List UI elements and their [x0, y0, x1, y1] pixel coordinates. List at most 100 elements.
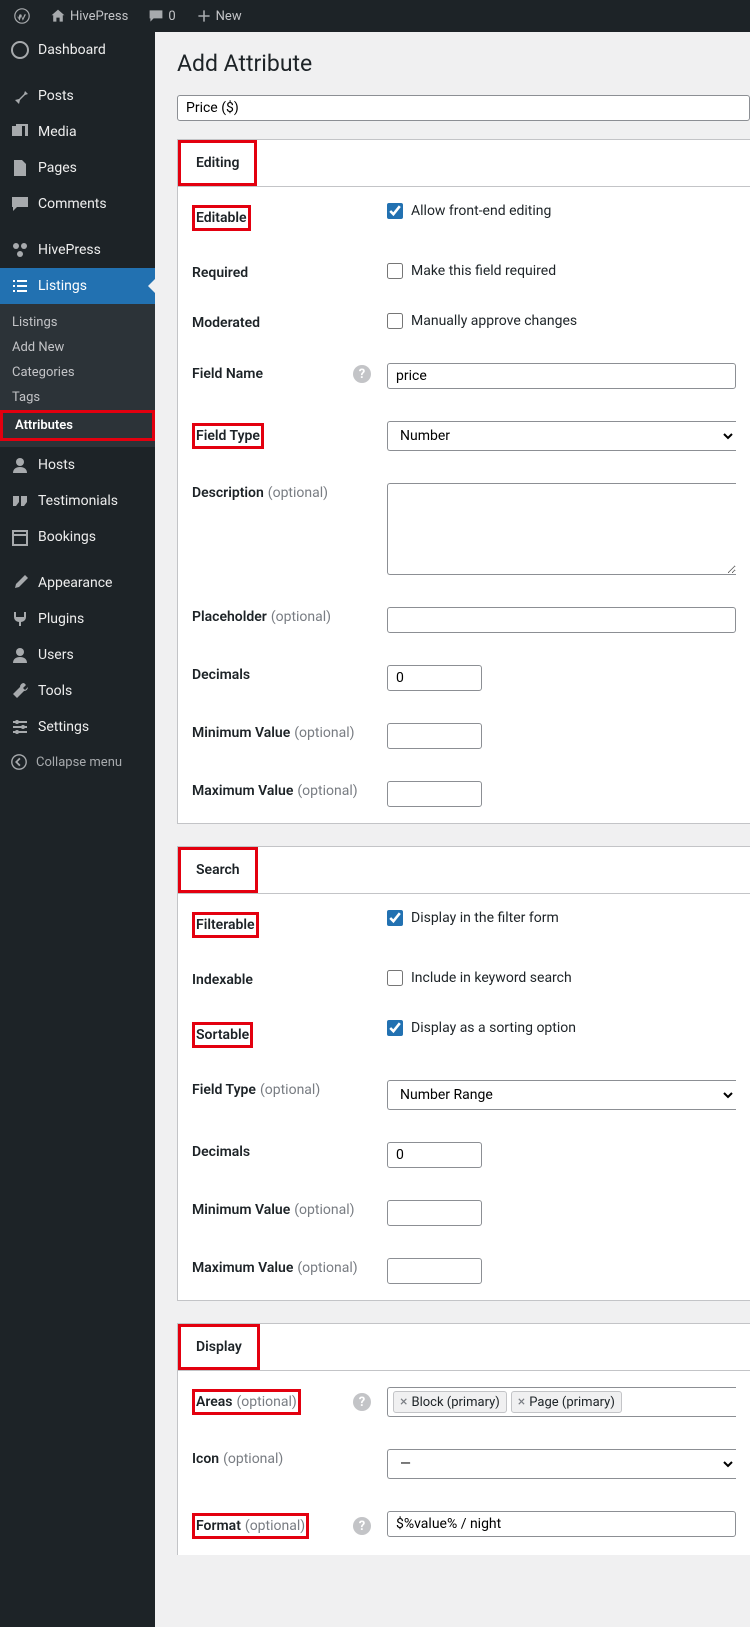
attribute-title-input[interactable]: [177, 95, 750, 121]
area-tag[interactable]: × Page (primary): [511, 1391, 622, 1413]
submenu-categories[interactable]: Categories: [0, 360, 155, 385]
filterable-checkbox[interactable]: [387, 910, 403, 926]
optional-label: (optional): [237, 1394, 297, 1410]
search-decimals-label: Decimals: [192, 1142, 387, 1160]
menu-label: Posts: [38, 88, 74, 104]
wp-logo[interactable]: [8, 8, 36, 24]
required-checkbox[interactable]: [387, 263, 403, 279]
optional-label: (optional): [294, 725, 354, 741]
comment-count: 0: [168, 9, 175, 24]
site-home-link[interactable]: HivePress: [44, 8, 134, 24]
menu-tools[interactable]: Tools: [0, 673, 155, 709]
panel-title-editing: Editing: [182, 145, 253, 181]
comments-link[interactable]: 0: [142, 8, 181, 24]
collapse-icon: [10, 753, 28, 771]
search-min-input[interactable]: [387, 1200, 482, 1226]
menu-appearance[interactable]: Appearance: [0, 565, 155, 601]
menu-users[interactable]: Users: [0, 637, 155, 673]
sliders-icon: [10, 717, 30, 737]
panel-title-display: Display: [182, 1329, 256, 1365]
moderated-chk-label: Manually approve changes: [411, 313, 577, 329]
media-icon: [10, 122, 30, 142]
menu-label: Appearance: [38, 575, 112, 591]
area-tag[interactable]: × Block (primary): [393, 1391, 507, 1413]
new-content-link[interactable]: New: [190, 8, 248, 24]
fieldtype-select[interactable]: Number: [387, 421, 736, 451]
search-fieldtype-select[interactable]: Number Range: [387, 1080, 736, 1110]
search-max-input[interactable]: [387, 1258, 482, 1284]
calendar-icon: [10, 527, 30, 547]
remove-tag-icon[interactable]: ×: [400, 1394, 407, 1410]
menu-bookings[interactable]: Bookings: [0, 519, 155, 555]
description-input[interactable]: [387, 483, 736, 575]
sortable-checkbox[interactable]: [387, 1020, 403, 1036]
format-input[interactable]: [387, 1511, 736, 1537]
menu-plugins[interactable]: Plugins: [0, 601, 155, 637]
wordpress-icon: [14, 8, 30, 24]
fieldname-input[interactable]: [387, 363, 736, 389]
menu-label: Users: [38, 647, 74, 663]
plus-icon: [196, 8, 212, 24]
tag-label: Block (primary): [411, 1395, 499, 1410]
plug-icon: [10, 609, 30, 629]
icon-label: Icon: [192, 1451, 219, 1467]
moderated-label: Moderated: [192, 313, 387, 331]
decimals-input[interactable]: [387, 665, 482, 691]
menu-listings[interactable]: Listings: [0, 268, 155, 304]
optional-label: (optional): [294, 1202, 354, 1218]
page-title: Add Attribute: [177, 50, 750, 77]
indexable-checkbox[interactable]: [387, 970, 403, 986]
placeholder-input[interactable]: [387, 607, 736, 633]
description-label: Description: [192, 485, 264, 501]
menu-media[interactable]: Media: [0, 114, 155, 150]
max-label: Maximum Value: [192, 783, 293, 799]
menu-label: Dashboard: [38, 42, 106, 58]
collapse-label: Collapse menu: [36, 755, 122, 770]
icon-select[interactable]: —: [387, 1449, 736, 1479]
help-icon[interactable]: ?: [353, 1517, 371, 1535]
menu-settings[interactable]: Settings: [0, 709, 155, 745]
tag-label: Page (primary): [529, 1395, 615, 1410]
optional-label: (optional): [245, 1518, 305, 1534]
search-decimals-input[interactable]: [387, 1142, 482, 1168]
filterable-label: Filterable: [196, 917, 255, 933]
required-label: Required: [192, 263, 387, 281]
submenu-attributes[interactable]: Attributes: [3, 413, 152, 438]
remove-tag-icon[interactable]: ×: [518, 1394, 525, 1410]
placeholder-label: Placeholder: [192, 609, 267, 625]
filterable-chk-label: Display in the filter form: [411, 910, 559, 926]
menu-label: Hosts: [38, 457, 75, 473]
menu-hivepress[interactable]: HivePress: [0, 232, 155, 268]
menu-comments[interactable]: Comments: [0, 186, 155, 222]
submenu-tags[interactable]: Tags: [0, 385, 155, 410]
help-icon[interactable]: ?: [353, 365, 371, 383]
submenu-listings-all[interactable]: Listings: [0, 310, 155, 335]
max-input[interactable]: [387, 781, 482, 807]
sortable-label: Sortable: [196, 1027, 249, 1043]
site-name: HivePress: [70, 9, 128, 24]
page-icon: [10, 158, 30, 178]
submenu-add-new[interactable]: Add New: [0, 335, 155, 360]
min-input[interactable]: [387, 723, 482, 749]
help-icon[interactable]: ?: [353, 1393, 371, 1411]
optional-label: (optional): [260, 1082, 320, 1098]
menu-label: Pages: [38, 160, 77, 176]
menu-label: HivePress: [38, 242, 101, 258]
menu-posts[interactable]: Posts: [0, 78, 155, 114]
menu-pages[interactable]: Pages: [0, 150, 155, 186]
new-label: New: [216, 9, 242, 24]
admin-toolbar: HivePress 0 New: [0, 0, 750, 32]
search-fieldtype-label: Field Type: [192, 1082, 256, 1098]
menu-dashboard[interactable]: Dashboard: [0, 32, 155, 68]
indexable-chk-label: Include in keyword search: [411, 970, 572, 986]
areas-tag-input[interactable]: × Block (primary) × Page (primary): [387, 1387, 736, 1417]
format-label: Format: [196, 1518, 241, 1534]
search-max-label: Maximum Value: [192, 1260, 293, 1276]
moderated-checkbox[interactable]: [387, 313, 403, 329]
menu-hosts[interactable]: Hosts: [0, 447, 155, 483]
editable-checkbox[interactable]: [387, 203, 403, 219]
menu-label: Comments: [38, 196, 107, 212]
collapse-menu[interactable]: Collapse menu: [0, 745, 155, 779]
indexable-label: Indexable: [192, 970, 387, 988]
menu-testimonials[interactable]: Testimonials: [0, 483, 155, 519]
